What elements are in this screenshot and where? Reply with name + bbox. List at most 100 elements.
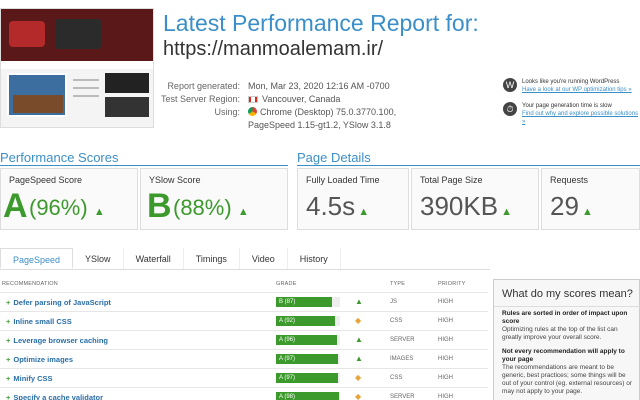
yslow-pct: (88%)	[173, 195, 232, 220]
site-screenshot-thumbnail	[0, 8, 154, 128]
tip-wordpress: W Looks like you're running WordPress Ha…	[503, 78, 640, 94]
report-url[interactable]: https://manmoalemam.ir/	[163, 38, 383, 61]
requests-wrap: 29 ▲	[550, 191, 593, 222]
thumbnail-banner	[1, 9, 153, 61]
grade-label: A (97)	[279, 356, 296, 362]
recommendation-name[interactable]: + Leverage browser caching	[6, 336, 108, 345]
trend-up-icon: ▲	[237, 206, 249, 218]
thumbnail-logo	[9, 21, 45, 47]
page-details-title: Page Details	[297, 150, 371, 165]
grade-bar-fill: A (97)	[276, 354, 339, 364]
meta-value-wrap: Vancouver, Canada	[248, 93, 428, 106]
thumbnail-sidebar-block	[105, 97, 149, 117]
grade-label: B (87)	[279, 299, 296, 305]
tab-yslow[interactable]: YSlow	[73, 248, 124, 269]
meta-value-wrap: Chrome (Desktop) 75.0.3770.100, PageSpee…	[248, 106, 428, 132]
tab-history[interactable]: History	[288, 248, 341, 269]
table-row[interactable]: + Inline small CSS A (92) ◆ CSS HIGH	[0, 311, 488, 330]
grade-bar-fill: A (96)	[276, 335, 338, 345]
recommendation-priority: HIGH	[438, 394, 453, 400]
recommendation-label: Specify a cache validator	[13, 393, 104, 400]
grade-bar-fill: A (92)	[276, 316, 335, 326]
thumbnail-sidebar-block	[105, 73, 149, 93]
tab-waterfall[interactable]: Waterfall	[124, 248, 184, 269]
table-row[interactable]: + Leverage browser caching A (96) ▲ SERVER HI…	[0, 330, 488, 349]
report-tabs: PageSpeed YSlow Waterfall Timings Video …	[0, 248, 490, 270]
tab-pagespeed[interactable]: PageSpeed	[0, 248, 74, 269]
table-row[interactable]: + Optimize images A (97) ▲ IMAGES HIGH	[0, 349, 488, 368]
table-row[interactable]: + Defer parsing of JavaScript B (87) ▲ JS HIG…	[0, 292, 488, 311]
thumbnail-card	[7, 73, 67, 117]
panel-heading-2: Not every recommendation will apply to y…	[502, 348, 625, 363]
grade-bar-fill: A (98)	[276, 392, 339, 400]
recommendation-name[interactable]: + Defer parsing of JavaScript	[6, 298, 111, 307]
expand-icon[interactable]: +	[6, 336, 10, 345]
recommendation-type: CSS	[390, 375, 403, 381]
requests-value: 29	[550, 191, 579, 221]
grade-bar: A (96)	[276, 335, 340, 345]
pagespeed-score-box: PageSpeed Score A (96%) ▲	[0, 168, 138, 230]
tab-timings[interactable]: Timings	[184, 248, 240, 269]
canada-flag-icon	[248, 96, 258, 103]
recommendation-type: SERVER	[390, 394, 415, 400]
grade-label: A (97)	[279, 375, 296, 381]
recommendation-label: Optimize images	[13, 355, 73, 364]
col-recommendation: RECOMMENDATION	[2, 281, 58, 287]
recommendation-label: Minify CSS	[13, 374, 53, 383]
recommendation-name[interactable]: + Inline small CSS	[6, 317, 72, 326]
panel-text-1: Optimizing rules at the top of the list …	[502, 326, 618, 341]
requests-label: Requests	[550, 175, 589, 185]
tip-link[interactable]: Have a look at our WP optimization tips …	[522, 86, 632, 94]
trend-up-icon: ▲	[355, 335, 363, 344]
performance-scores-divider	[0, 165, 288, 166]
meta-value: Chrome (Desktop) 75.0.3770.100, PageSpee…	[248, 107, 397, 130]
fully-loaded-value: 4.5s	[306, 191, 356, 221]
col-grade: GRADE	[276, 281, 297, 287]
panel-body: Rules are sorted in order of impact upon…	[502, 310, 634, 400]
report-title: Latest Performance Report for:	[163, 10, 479, 36]
recommendation-label: Leverage browser caching	[13, 336, 109, 345]
recommendation-label: Defer parsing of JavaScript	[13, 298, 111, 307]
chrome-icon	[248, 107, 257, 116]
meta-row-using: Using: Chrome (Desktop) 75.0.3770.100, P…	[150, 106, 428, 132]
performance-scores-title: Performance Scores	[0, 150, 119, 165]
tip-text: Looks like you're running WordPress	[522, 79, 620, 85]
pagespeed-pct-wrap: (96%) ▲	[29, 195, 105, 221]
recommendation-type: SERVER	[390, 337, 415, 343]
recommendation-name[interactable]: + Optimize images	[6, 355, 73, 364]
recommendation-name[interactable]: + Minify CSS	[6, 374, 53, 383]
recommendation-priority: HIGH	[438, 299, 453, 305]
yslow-score-box: YSlow Score B (88%) ▲	[140, 168, 288, 230]
expand-icon[interactable]: +	[6, 374, 10, 383]
recommendation-priority: HIGH	[438, 375, 453, 381]
recommendation-name[interactable]: + Specify a cache validator	[6, 393, 103, 400]
expand-icon[interactable]: +	[6, 317, 10, 326]
pagespeed-pct: (96%)	[29, 195, 88, 220]
meta-row-region: Test Server Region: Vancouver, Canada	[150, 93, 428, 106]
page-details-divider	[297, 165, 640, 166]
yslow-grade: B	[147, 187, 172, 225]
meta-value: Vancouver, Canada	[262, 94, 341, 104]
grade-bar: A (97)	[276, 373, 340, 383]
thumbnail-text-line	[73, 79, 99, 81]
table-row[interactable]: + Minify CSS A (97) ◆ CSS HIGH	[0, 368, 488, 387]
stopwatch-icon: ⏱	[503, 102, 517, 116]
scores-help-panel: What do my scores mean? Rules are sorted…	[493, 279, 640, 400]
report-meta: Report generated: Mon, Mar 23, 2020 12:1…	[150, 80, 428, 132]
trend-up-icon: ▲	[93, 206, 105, 218]
grade-bar: A (92)	[276, 316, 340, 326]
table-row[interactable]: + Specify a cache validator A (98) ◆ SERVER H…	[0, 387, 488, 400]
expand-icon[interactable]: +	[6, 355, 10, 364]
expand-icon[interactable]: +	[6, 393, 10, 400]
tab-video[interactable]: Video	[240, 248, 288, 269]
tip-slow-generation: ⏱ Your page generation time is slow Find…	[503, 102, 640, 126]
fully-loaded-label: Fully Loaded Time	[306, 175, 380, 185]
meta-row-generated: Report generated: Mon, Mar 23, 2020 12:1…	[150, 80, 428, 93]
trend-up-icon: ▲	[355, 354, 363, 363]
expand-icon[interactable]: +	[6, 298, 10, 307]
tip-link[interactable]: Find out why and explore possible soluti…	[522, 110, 640, 126]
thumbnail-logo-secondary	[55, 19, 101, 49]
col-priority: PRIORITY	[438, 281, 466, 287]
recommendation-type: IMAGES	[390, 356, 414, 362]
yslow-pct-wrap: (88%) ▲	[173, 195, 249, 221]
